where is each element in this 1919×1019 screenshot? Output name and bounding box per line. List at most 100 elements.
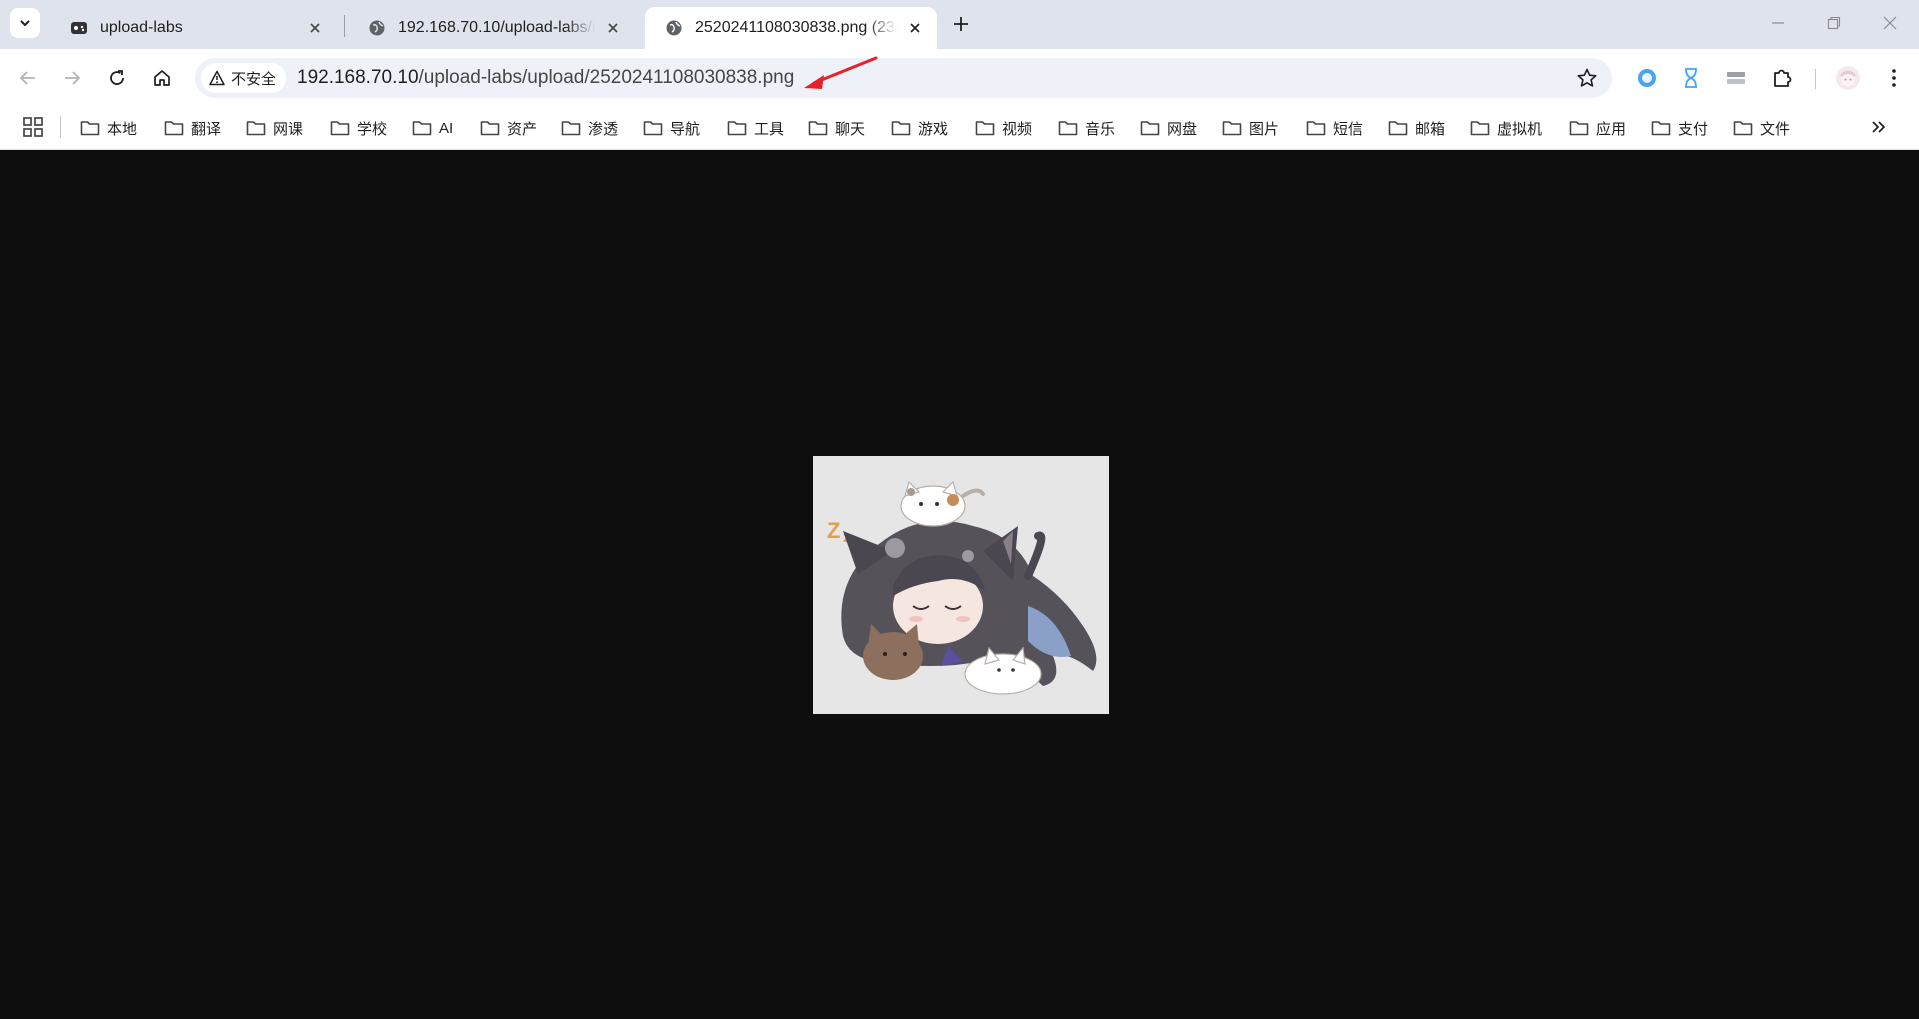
bookmark-folder[interactable]: 渗透 [561,114,618,142]
folder-icon [727,121,747,136]
new-tab-button[interactable] [948,11,974,37]
star-icon [1577,68,1597,87]
tab-title: 192.168.70.10/upload-labs/in [398,19,595,36]
warning-icon [209,70,225,86]
chibi-girl-image: Z z [813,456,1109,714]
bookmark-label: 文件 [1760,120,1791,138]
globe-icon [368,19,386,37]
reload-button[interactable] [101,62,133,94]
puzzle-icon [1774,69,1792,87]
tab-title: upload-labs [100,19,183,36]
folder-icon [643,121,663,136]
folder-icon [1140,121,1160,136]
displayed-image[interactable]: Z z [813,456,1109,714]
bookmark-label: 导航 [670,120,701,138]
close-icon[interactable] [305,18,325,38]
bookmark-label: 音乐 [1085,120,1116,138]
bookmark-label: 渗透 [588,120,619,138]
bookmark-label: 邮箱 [1415,120,1446,138]
bookmark-folder[interactable]: 本地 [80,114,137,142]
tab-image-png[interactable]: 2520241108030838.png (236 [645,7,937,49]
avatar [1836,66,1860,90]
plus-icon [954,17,968,31]
folder-icon [1222,121,1242,136]
image-viewer: Z z [0,150,1919,1019]
restore-button[interactable] [1814,8,1854,38]
bookmark-label: 工具 [754,120,785,138]
bookmark-folder[interactable]: 学校 [330,114,387,142]
bookmark-star-button[interactable] [1576,67,1598,89]
more-bookmarks-button[interactable] [1869,117,1889,137]
extension-hourglass-button[interactable] [1677,64,1705,92]
folder-icon [1058,121,1078,136]
arrow-left-icon [19,71,35,85]
security-chip[interactable]: 不安全 [201,63,287,93]
minimize-button[interactable] [1758,8,1798,38]
bookmark-folder[interactable]: 应用 [1569,114,1626,142]
tab-upload-labs-index[interactable]: 192.168.70.10/upload-labs/in [348,7,635,49]
bookmark-folder[interactable]: 图片 [1222,114,1279,142]
bookmark-folder[interactable]: 视频 [975,114,1032,142]
bookmark-label: 聊天 [835,120,866,138]
forward-button[interactable] [56,62,88,94]
tab-separator [344,15,345,37]
bookmark-folder[interactable]: 支付 [1651,114,1708,142]
bookmark-label: 支付 [1678,120,1709,138]
close-window-button[interactable] [1870,8,1910,38]
browser-toolbar: 不安全 192.168.70.10/upload-labs/upload/252… [0,49,1919,106]
back-button[interactable] [12,62,44,94]
bookmarks-divider [60,116,61,138]
bookmark-folder[interactable]: 网课 [246,114,303,142]
bookmark-label: 学校 [357,120,388,138]
folder-icon [1651,121,1671,136]
bookmark-folder[interactable]: 游戏 [891,114,948,142]
bookmark-label: 翻译 [191,120,222,138]
bookmark-folder[interactable]: 音乐 [1058,114,1115,142]
minimize-icon [1772,22,1784,24]
bookmark-folder[interactable]: 翻译 [164,114,221,142]
close-icon[interactable] [905,18,925,38]
address-bar[interactable]: 不安全 192.168.70.10/upload-labs/upload/252… [195,58,1612,98]
home-icon [154,70,170,86]
bookmark-label: 视频 [1002,120,1033,138]
circle-extension-icon [1638,69,1656,87]
tab-title: 2520241108030838.png (236 [695,19,897,36]
home-button[interactable] [146,62,178,94]
bookmark-folder[interactable]: 工具 [727,114,784,142]
close-icon [1883,16,1897,30]
gamepad-icon [70,19,88,37]
folder-icon [246,121,266,136]
extension-stripes-button[interactable] [1722,64,1750,92]
folder-icon [891,121,911,136]
bookmark-folder[interactable]: AI [412,114,453,142]
more-vert-icon [1892,69,1896,87]
bookmark-folder[interactable]: 虚拟机 [1470,114,1542,142]
arrow-right-icon [65,71,81,85]
close-icon[interactable] [603,18,623,38]
bookmark-folder[interactable]: 邮箱 [1388,114,1445,142]
stripes-icon [1727,72,1745,84]
folder-icon [480,121,500,136]
bookmark-label: 短信 [1333,120,1364,138]
bookmark-folder[interactable]: 资产 [480,114,537,142]
menu-button[interactable] [1880,64,1908,92]
extension-circle-button[interactable] [1633,64,1661,92]
bookmark-folder[interactable]: 短信 [1306,114,1363,142]
bookmark-folder[interactable]: 网盘 [1140,114,1197,142]
folder-icon [164,121,184,136]
url-text[interactable]: 192.168.70.10/upload-labs/upload/2520241… [297,58,794,98]
extensions-button[interactable] [1768,64,1796,92]
bookmark-label: AI [439,119,454,137]
tab-search-button[interactable] [10,8,40,38]
bookmark-folder[interactable]: 聊天 [808,114,865,142]
url-path: /upload-labs/upload/2520241108030838.png [418,67,795,88]
bookmark-label: 网课 [273,120,304,138]
bookmarks-bar: 本地 翻译 网课 学校 AI 资产 渗透 导航 工具 聊天 游戏 视频 音乐 网盘 图片 短信 邮箱 虚拟机 应用 支… [0,106,1919,150]
apps-button[interactable] [22,116,44,138]
profile-avatar-button[interactable] [1834,64,1862,92]
tab-upload-labs[interactable]: upload-labs [50,7,337,49]
bookmark-folder[interactable]: 导航 [643,114,700,142]
folder-icon [975,121,995,136]
folder-icon [561,121,581,136]
bookmark-folder[interactable]: 文件 [1733,114,1790,142]
